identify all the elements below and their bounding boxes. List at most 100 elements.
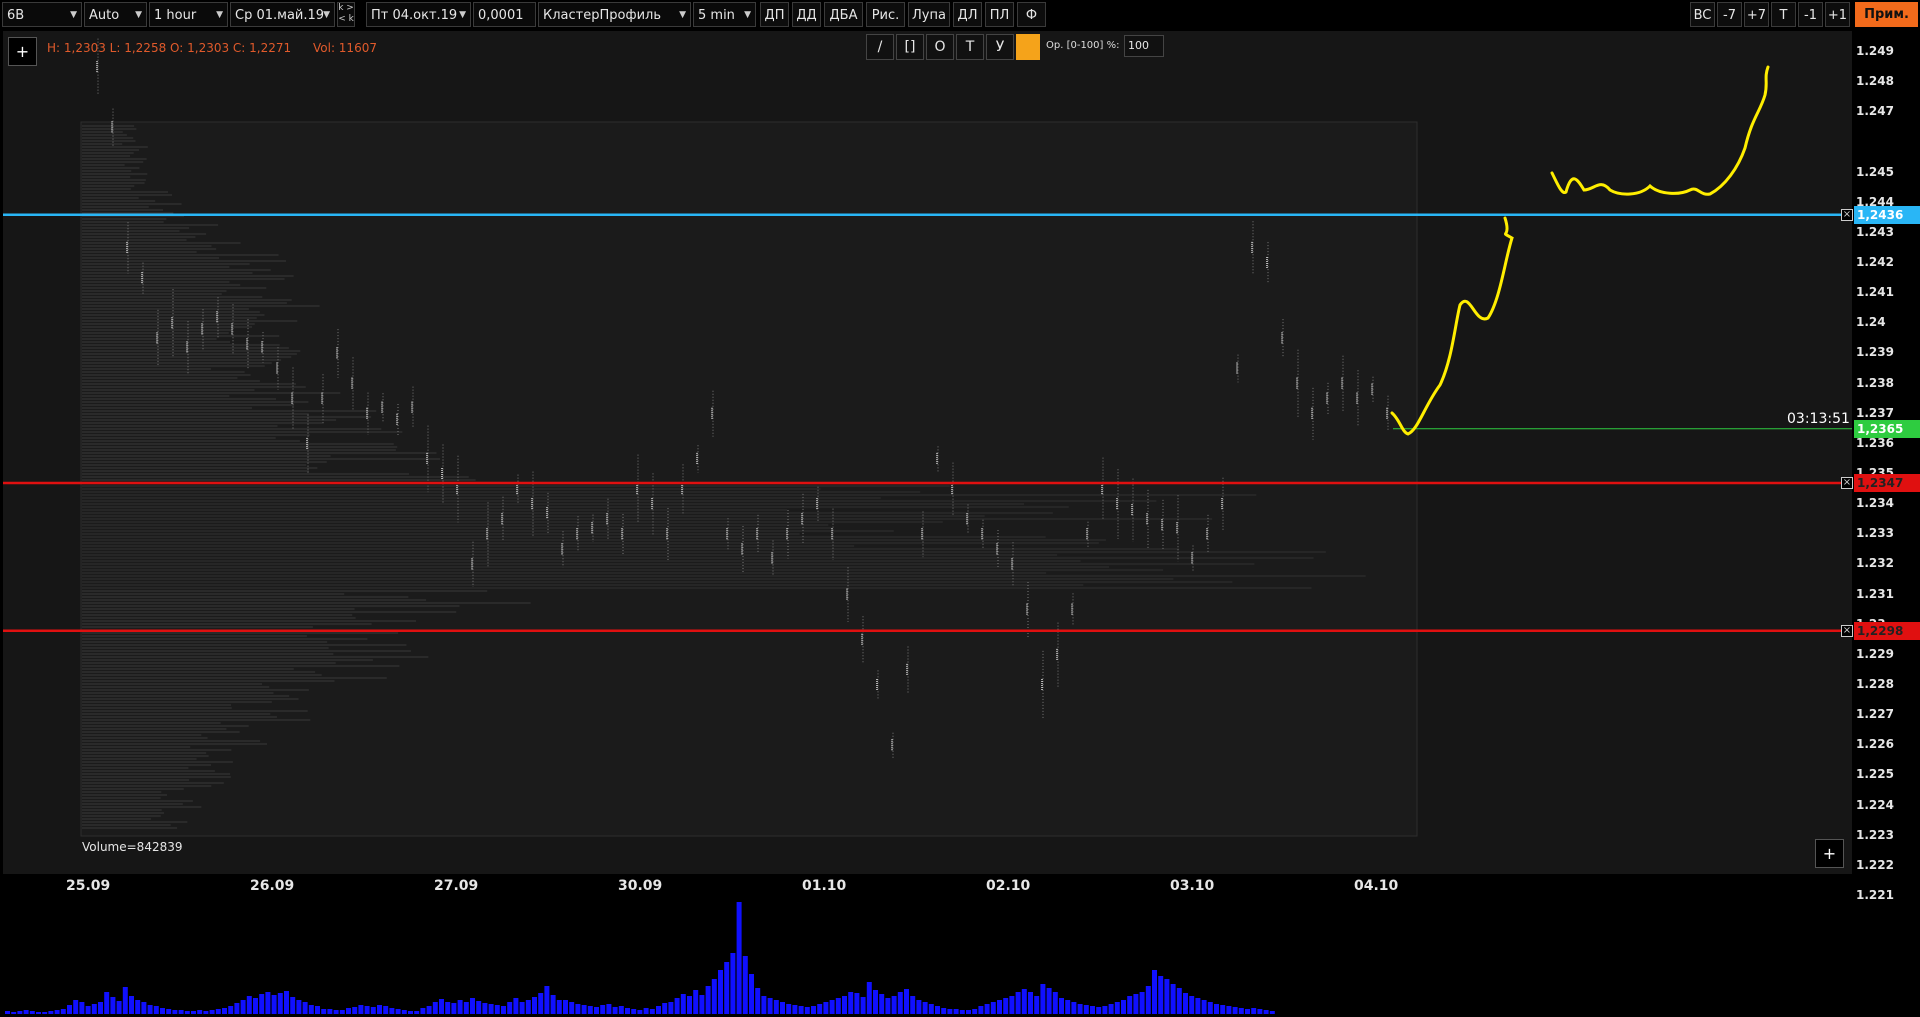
date-axis[interactable]: 25.09 26.09 27.09 30.09 01.10 02.10 03.10 04.10 <box>0 874 1852 902</box>
main-chart[interactable]: + + Volume=842839 03:13:51 <box>3 31 1852 874</box>
price-tick-label: 1.222 <box>1856 857 1894 872</box>
ellipse-tool[interactable]: O <box>926 34 954 60</box>
volume-bar <box>457 1000 463 1014</box>
date-label: 03.10 <box>1170 878 1215 894</box>
date-to-picker[interactable]: Пт 04.окт.19 ▼ <box>366 2 471 27</box>
t-button[interactable]: T <box>1771 2 1796 27</box>
volume-bar <box>172 1010 178 1014</box>
draw-button[interactable]: Рис. <box>866 2 905 27</box>
volume-bar <box>445 1002 451 1014</box>
ohlc-values: H: 1,2303 L: 1,2258 O: 1,2303 C: 1,2271 <box>47 41 292 55</box>
price-axis[interactable]: 1.249 1.248 1.247 1.245 1.244 1.243 1.242 1.241… <box>1852 31 1920 902</box>
date-from-picker[interactable]: Ср 01.май.19 ▼ <box>230 2 335 27</box>
chart-type-select[interactable]: КластерПрофиль ▼ <box>538 2 691 27</box>
volume-bar <box>612 1007 618 1014</box>
plus7-button[interactable]: +7 <box>1744 2 1769 27</box>
volume-bar <box>798 1006 804 1014</box>
tick-size-input[interactable]: 0,0001 <box>473 2 536 27</box>
volume-bar <box>1015 992 1021 1014</box>
symbol-value: 6B <box>7 8 25 23</box>
date-label: 27.09 <box>434 878 479 894</box>
volume-bar <box>643 1008 649 1014</box>
dp-button[interactable]: ДП <box>760 2 789 27</box>
level-delete-icon[interactable]: × <box>1841 208 1853 221</box>
text-tool[interactable]: T <box>956 34 984 60</box>
f-button[interactable]: Ф <box>1017 2 1046 27</box>
k-forward[interactable]: k > <box>338 3 354 14</box>
volume-bar <box>346 1008 351 1014</box>
volume-bar <box>1139 992 1145 1014</box>
color-swatch[interactable] <box>1016 34 1040 60</box>
volume-bar <box>364 1006 370 1014</box>
volume-bar <box>389 1008 395 1014</box>
minus7-button[interactable]: -7 <box>1717 2 1742 27</box>
level-delete-icon[interactable]: × <box>1841 477 1853 490</box>
volume-bar <box>476 1001 482 1014</box>
timeframe-value: 1 hour <box>154 8 197 23</box>
volume-bar <box>67 1005 72 1014</box>
magnifier-button[interactable]: Лупа <box>908 2 950 27</box>
volume-bar <box>197 1010 203 1014</box>
pl-button[interactable]: ПЛ <box>985 2 1014 27</box>
cluster-period-value: 5 min <box>698 8 735 23</box>
chevron-down-icon: ▼ <box>216 10 223 20</box>
k-buttons[interactable]: k > < k <box>337 2 355 27</box>
level-delete-icon[interactable]: × <box>1841 624 1853 637</box>
dl-button[interactable]: ДЛ <box>953 2 982 27</box>
plus1-button[interactable]: +1 <box>1825 2 1850 27</box>
line-tool[interactable]: / <box>866 34 894 60</box>
volume-bar <box>674 998 680 1014</box>
timeframe-select[interactable]: 1 hour ▼ <box>149 2 228 27</box>
profile-frame <box>80 121 1418 837</box>
date-label: 25.09 <box>66 878 111 894</box>
symbol-select[interactable]: 6B ▼ <box>2 2 82 27</box>
volume-bar <box>1189 996 1195 1014</box>
dba-button[interactable]: ДБА <box>824 2 863 27</box>
apply-button[interactable]: Прим. <box>1855 2 1918 27</box>
scale-select[interactable]: Auto ▼ <box>84 2 147 27</box>
volume-bar <box>606 1004 612 1014</box>
volume-bar <box>1003 998 1009 1014</box>
volume-bar <box>997 1000 1002 1014</box>
u-tool[interactable]: У <box>986 34 1014 60</box>
chevron-down-icon: ▼ <box>323 10 330 20</box>
price-tick-label: 1.239 <box>1856 345 1894 360</box>
volume-bar <box>91 1004 97 1014</box>
opacity-input[interactable]: 100 <box>1124 35 1164 57</box>
volume-bar <box>556 1000 562 1014</box>
volume-bar <box>817 1004 823 1014</box>
price-tick-label: 1.24 <box>1856 315 1886 330</box>
minus1-button[interactable]: -1 <box>1798 2 1823 27</box>
volume-bar <box>1028 992 1033 1014</box>
volume-bar <box>897 992 903 1014</box>
price-label: 1,2436 <box>1854 205 1920 224</box>
volume-bar <box>79 1002 85 1014</box>
dd-button[interactable]: ДД <box>792 2 821 27</box>
zoom-plus-button[interactable]: + <box>1815 839 1844 868</box>
volume-bar <box>271 995 277 1014</box>
volume-bar <box>928 1004 934 1014</box>
volume-bar <box>866 982 872 1014</box>
volume-bar <box>891 996 897 1014</box>
volume-bar <box>73 1000 79 1014</box>
volume-bar <box>860 997 866 1014</box>
price-tick-label: 1.237 <box>1856 405 1894 420</box>
volume-bar <box>265 992 271 1014</box>
volume-bar <box>333 1010 339 1014</box>
volume-bar <box>594 1007 599 1014</box>
cluster-period-select[interactable]: 5 min ▼ <box>693 2 756 27</box>
chevron-down-icon: ▼ <box>70 10 77 20</box>
volume-bar <box>600 1005 606 1014</box>
volume-bar <box>1083 1005 1089 1014</box>
chart-canvas <box>3 38 1852 837</box>
k-back[interactable]: < k <box>338 14 354 25</box>
volume-bar <box>699 995 705 1014</box>
add-indicator-button[interactable]: + <box>8 37 37 66</box>
ohlc-readout: H: 1,2303 L: 1,2258 O: 1,2303 C: 1,2271 … <box>47 41 377 55</box>
volume-bar <box>829 1000 835 1014</box>
volume-bar <box>513 998 519 1014</box>
rectangle-tool[interactable]: [] <box>896 34 924 60</box>
bc-button[interactable]: BC <box>1690 2 1715 27</box>
volume-bar <box>879 994 885 1014</box>
volume-bar <box>246 996 252 1014</box>
